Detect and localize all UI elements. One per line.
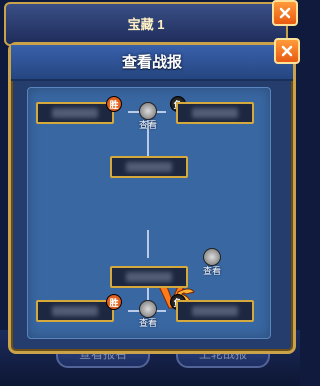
background-window-header: 宝藏 1 (4, 2, 288, 46)
view-label: 查看 (138, 120, 157, 130)
view-final-button[interactable]: 查看 (198, 248, 226, 276)
view-match-button-top[interactable]: 查看 (134, 102, 162, 130)
close-icon (281, 45, 293, 57)
win-badge: 胜 (106, 96, 122, 112)
background-window-title: 宝藏 1 (127, 17, 165, 32)
magnifier-icon (139, 102, 157, 120)
player-name-obscured (126, 272, 172, 282)
view-label: 查看 (202, 266, 221, 276)
magnifier-icon (139, 300, 157, 318)
dialog-title: 查看战报 (121, 54, 182, 71)
player-name-obscured (192, 108, 238, 118)
dialog-header: 查看战报 (11, 45, 293, 81)
player-name-obscured (126, 162, 172, 172)
player-slot-bottom-right[interactable] (176, 300, 254, 322)
background-close-button[interactable] (272, 0, 298, 26)
winner-slot-lower[interactable] (110, 266, 188, 288)
magnifier-icon (203, 248, 221, 266)
bracket-line (147, 230, 149, 258)
view-match-button-bottom[interactable]: 查看 (134, 300, 162, 328)
bracket-board: 胜 查看 负 查看 胜 查看 负 (27, 87, 271, 339)
win-badge: 胜 (106, 294, 122, 310)
player-name-obscured (52, 108, 98, 118)
player-name-obscured (192, 306, 238, 316)
winner-slot-upper[interactable] (110, 156, 188, 178)
battle-report-dialog: 查看战报 胜 查看 负 查看 胜 (8, 42, 296, 354)
player-slot-bottom-left[interactable] (36, 300, 114, 322)
close-icon (279, 7, 291, 19)
view-label: 查看 (138, 318, 157, 328)
player-slot-top-right[interactable] (176, 102, 254, 124)
player-slot-top-left[interactable] (36, 102, 114, 124)
dialog-close-button[interactable] (274, 38, 300, 64)
player-name-obscured (52, 306, 98, 316)
